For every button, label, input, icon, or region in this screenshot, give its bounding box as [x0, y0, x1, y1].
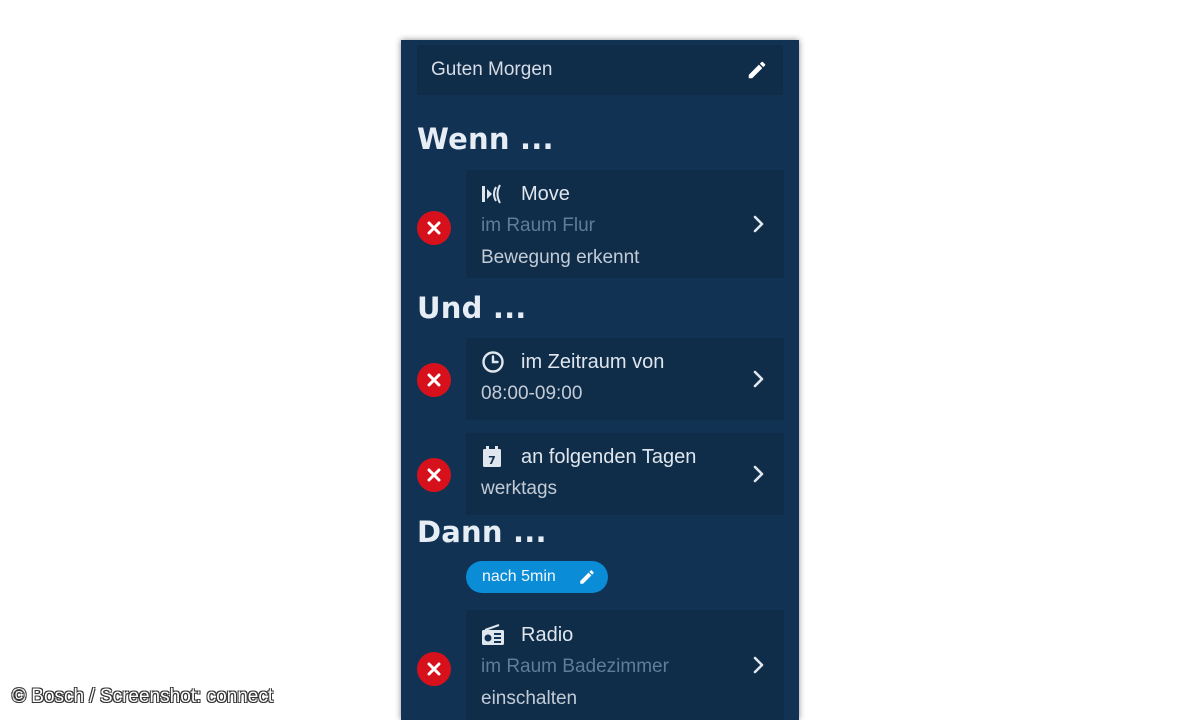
radio-icon [481, 623, 505, 647]
chevron-right-icon [753, 656, 764, 674]
close-icon [427, 468, 441, 482]
chevron-right-icon [753, 370, 764, 388]
close-icon [427, 662, 441, 676]
copyright-caption: © Bosch / Screenshot: connect [12, 686, 274, 707]
remove-condition-button[interactable] [417, 363, 451, 397]
condition-card-time[interactable]: im Zeitraum von 08:00-09:00 [466, 338, 784, 420]
remove-trigger-button[interactable] [417, 211, 451, 245]
trigger-state: Bewegung erkennt [481, 247, 640, 268]
svg-text:7: 7 [488, 454, 496, 467]
condition-value: 08:00-09:00 [481, 383, 583, 404]
chevron-right-icon [753, 465, 764, 483]
condition-card-days[interactable]: 7 an folgenden Tagen werktags [466, 433, 784, 515]
section-and-title: Und ... [417, 291, 527, 325]
chevron-right-icon [753, 215, 764, 233]
remove-condition-button[interactable] [417, 458, 451, 492]
calendar-icon: 7 [481, 445, 505, 469]
rule-editor-screen: Guten Morgen Wenn ... Move im Raum Flur … [401, 40, 799, 720]
action-title: Radio [521, 623, 574, 646]
condition-title: an folgenden Tagen [521, 445, 697, 468]
pencil-icon [580, 570, 594, 584]
section-then-title: Dann ... [417, 515, 547, 549]
delay-label: nach 5min [482, 568, 556, 585]
close-icon [427, 373, 441, 387]
clock-icon [481, 350, 505, 374]
action-room: im Raum Badezimmer [481, 656, 669, 677]
rule-name: Guten Morgen [431, 59, 553, 80]
rule-name-bar[interactable]: Guten Morgen [417, 45, 783, 95]
action-state: einschalten [481, 688, 578, 709]
trigger-room: im Raum Flur [481, 215, 596, 236]
close-icon [427, 221, 441, 235]
delay-button[interactable]: nach 5min [466, 561, 608, 593]
condition-value: werktags [481, 478, 558, 499]
edit-name-pencil-icon[interactable] [745, 58, 769, 82]
section-when-title: Wenn ... [417, 122, 554, 156]
condition-title: im Zeitraum von [521, 350, 665, 373]
motion-sensor-icon [481, 182, 505, 206]
trigger-card-move[interactable]: Move im Raum Flur Bewegung erkennt [466, 170, 784, 278]
remove-action-button[interactable] [417, 652, 451, 686]
trigger-title: Move [521, 182, 570, 205]
action-card-radio[interactable]: Radio im Raum Badezimmer einschalten [466, 610, 784, 720]
